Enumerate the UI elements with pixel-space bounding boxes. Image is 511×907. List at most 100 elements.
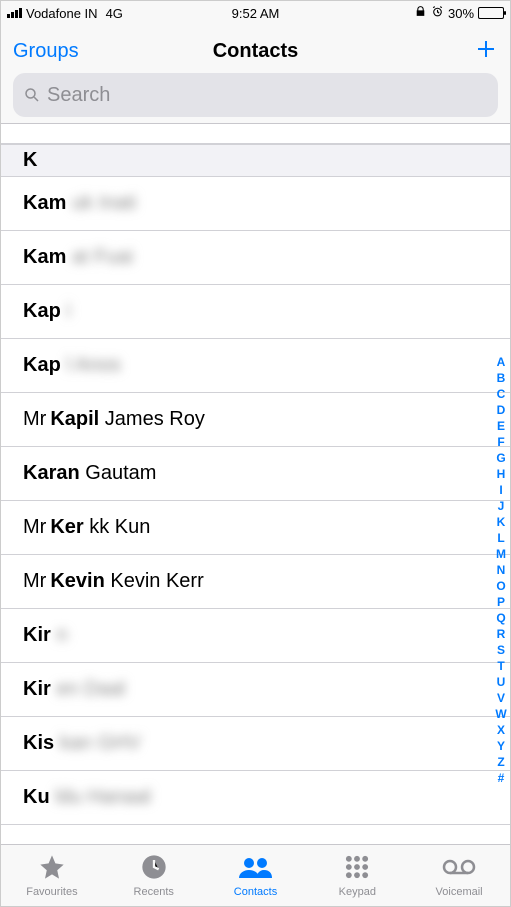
index-letter[interactable]: W <box>495 706 506 722</box>
index-letter[interactable]: U <box>497 674 506 690</box>
index-letter[interactable]: Y <box>497 738 505 754</box>
contact-first: Kir <box>23 624 51 647</box>
contact-row[interactable]: Kir en Daal <box>1 663 510 717</box>
section-header: K <box>1 144 510 177</box>
contact-rest: Gautam <box>80 462 157 485</box>
contact-prefix: Mr <box>23 516 46 539</box>
favourites-icon <box>37 853 67 886</box>
index-letter[interactable]: E <box>497 418 505 434</box>
index-letter[interactable]: Z <box>497 754 504 770</box>
index-letter[interactable]: T <box>497 658 504 674</box>
contact-prefix: Mr <box>23 570 46 593</box>
index-letter[interactable]: J <box>498 498 505 514</box>
contact-first: Kis <box>23 732 54 755</box>
alpha-index[interactable]: ABCDEFGHIJKLMNOPQRSTUVWXYZ# <box>494 354 508 786</box>
signal-icon <box>7 8 22 18</box>
contact-first: Kam <box>23 246 66 269</box>
tab-voicemail[interactable]: Voicemail <box>408 845 510 906</box>
contact-row[interactable]: Karan Gautam <box>1 447 510 501</box>
index-letter[interactable]: V <box>497 690 505 706</box>
prev-section-peek <box>1 124 510 144</box>
contact-row[interactable]: MrKapil James Roy <box>1 393 510 447</box>
contact-row[interactable]: Kap i <box>1 285 510 339</box>
status-bar: Vodafone IN 4G 9:52 AM 30% <box>1 1 510 25</box>
index-letter[interactable]: Q <box>496 610 505 626</box>
contact-rest: kan GHV <box>54 732 141 755</box>
contact-first: Kapil <box>50 408 99 431</box>
index-letter[interactable]: L <box>497 530 504 546</box>
status-time: 9:52 AM <box>232 6 280 21</box>
nav-bar: Groups Contacts Search <box>1 25 510 124</box>
keypad-icon <box>342 853 372 886</box>
contact-first: Karan <box>23 462 80 485</box>
index-letter[interactable]: A <box>497 354 506 370</box>
contact-row[interactable]: Kam uk Inati <box>1 177 510 231</box>
add-contact-button[interactable] <box>336 37 498 66</box>
contact-rest: l Anos <box>61 354 121 377</box>
contact-row[interactable]: MrKevin Kevin Kerr <box>1 555 510 609</box>
contact-row[interactable]: Kir n <box>1 609 510 663</box>
lock-icon <box>414 5 427 21</box>
index-letter[interactable]: X <box>497 722 505 738</box>
contact-row[interactable]: Kap l Anos <box>1 339 510 393</box>
index-letter[interactable]: M <box>496 546 506 562</box>
tab-keypad[interactable]: Keypad <box>306 845 408 906</box>
index-letter[interactable]: F <box>497 434 504 450</box>
network-label: 4G <box>106 6 123 21</box>
recents-icon <box>139 853 169 886</box>
contacts-icon <box>236 853 274 886</box>
contact-first: Kap <box>23 300 61 323</box>
search-icon <box>23 86 41 104</box>
tab-favourites[interactable]: Favourites <box>1 845 103 906</box>
contact-rest: en Daal <box>51 678 126 701</box>
contact-first: Ker <box>50 516 83 539</box>
contact-row[interactable]: Kis kan GHV <box>1 717 510 771</box>
contact-rest: kk Kun <box>84 516 151 539</box>
carrier-label: Vodafone IN <box>26 6 98 21</box>
contact-row[interactable]: MrKer kk Kun <box>1 501 510 555</box>
tab-label: Recents <box>134 886 174 898</box>
alarm-icon <box>431 5 444 21</box>
page-title: Contacts <box>175 40 337 63</box>
contact-row[interactable]: Ku ldu Hanaal <box>1 771 510 825</box>
index-letter[interactable]: H <box>497 466 506 482</box>
index-letter[interactable]: B <box>497 370 506 386</box>
tab-label: Favourites <box>26 886 77 898</box>
index-letter[interactable]: O <box>496 578 505 594</box>
contact-first: Ku <box>23 786 50 809</box>
contact-first: Kir <box>23 678 51 701</box>
index-letter[interactable]: K <box>497 514 506 530</box>
search-input[interactable]: Search <box>13 73 498 117</box>
index-letter[interactable]: R <box>497 626 506 642</box>
index-letter[interactable]: D <box>497 402 506 418</box>
contact-first: Kevin <box>50 570 104 593</box>
contact-rest: Kevin Kerr <box>105 570 204 593</box>
contact-first: Kam <box>23 192 66 215</box>
contacts-list: K Kam uk InatiKam at FuaiKap iKap l Anos… <box>1 124 510 844</box>
index-letter[interactable]: # <box>498 770 505 786</box>
tab-label: Voicemail <box>436 886 483 898</box>
voicemail-icon <box>441 853 477 886</box>
index-letter[interactable]: I <box>499 482 502 498</box>
contact-prefix: Mr <box>23 408 46 431</box>
tab-contacts[interactable]: Contacts <box>205 845 307 906</box>
index-letter[interactable]: N <box>497 562 506 578</box>
groups-button[interactable]: Groups <box>13 40 175 63</box>
contact-rest: uk Inati <box>66 192 136 215</box>
index-letter[interactable]: S <box>497 642 505 658</box>
index-letter[interactable]: G <box>496 450 505 466</box>
contact-rest: at Fuai <box>66 246 133 269</box>
contact-rest: James Roy <box>99 408 205 431</box>
contact-rest: n <box>51 624 68 647</box>
plus-icon <box>474 37 498 61</box>
tab-recents[interactable]: Recents <box>103 845 205 906</box>
contact-first: Kap <box>23 354 61 377</box>
contact-row[interactable]: Kam at Fuai <box>1 231 510 285</box>
tab-bar: Favourites Recents Contacts Keypad Voicemail <box>1 844 510 906</box>
index-letter[interactable]: C <box>497 386 506 402</box>
index-letter[interactable]: P <box>497 594 505 610</box>
tab-label: Contacts <box>234 886 277 898</box>
contact-rest: i <box>61 300 71 323</box>
contact-rest: ldu Hanaal <box>50 786 151 809</box>
tab-label: Keypad <box>339 886 376 898</box>
